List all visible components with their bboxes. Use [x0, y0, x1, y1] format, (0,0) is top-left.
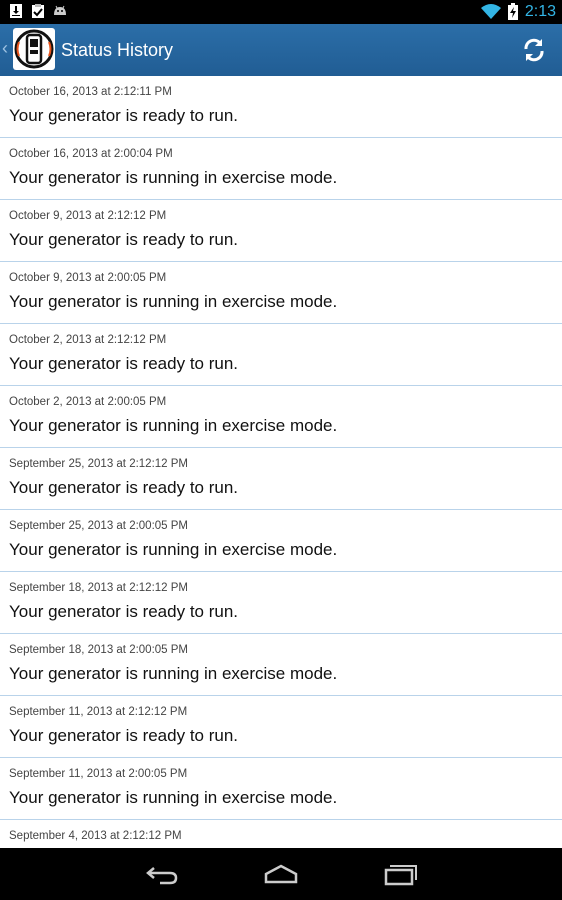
list-item[interactable]: September 25, 2013 at 2:00:05 PM Your ge… [0, 510, 562, 572]
status-bar: 2:13 [0, 0, 562, 24]
item-message: Your generator is ready to run. [9, 726, 239, 745]
item-message: Your generator is running in exercise mo… [9, 168, 338, 187]
item-date: October 16, 2013 at 2:00:04 PM [9, 148, 173, 160]
notification-icons [8, 3, 68, 19]
recent-apps-icon[interactable] [382, 862, 418, 886]
back-icon[interactable] [144, 862, 180, 886]
item-message: Your generator is running in exercise mo… [9, 788, 338, 807]
item-date: October 16, 2013 at 2:12:11 PM [9, 86, 172, 98]
system-icons: 2:13 [480, 2, 556, 22]
android-icon [54, 5, 66, 15]
wifi-icon [480, 4, 501, 19]
item-date: September 11, 2013 at 2:00:05 PM [9, 768, 188, 780]
list-item[interactable]: September 11, 2013 at 2:00:05 PM Your ge… [0, 758, 562, 820]
item-message: Your generator is running in exercise mo… [9, 416, 338, 435]
item-message: Your generator is ready to run. [9, 106, 239, 125]
item-date: September 18, 2013 at 2:00:05 PM [9, 644, 189, 656]
item-message: Your generator is running in exercise mo… [9, 292, 338, 311]
item-date: September 18, 2013 at 2:12:12 PM [9, 582, 189, 594]
clock: 2:13 [524, 3, 556, 20]
list-item[interactable]: September 18, 2013 at 2:00:05 PM Your ge… [0, 634, 562, 696]
status-history-list[interactable]: October 16, 2013 at 2:12:11 PM Your gene… [0, 76, 562, 848]
list-item[interactable]: September 4, 2013 at 2:12:12 PM [0, 820, 562, 848]
item-message: Your generator is ready to run. [9, 230, 239, 249]
item-date: September 11, 2013 at 2:12:12 PM [9, 706, 188, 718]
item-message: Your generator is ready to run. [9, 478, 239, 497]
page-title: Status History [61, 40, 174, 60]
item-message: Your generator is ready to run. [9, 354, 239, 373]
item-message: Your generator is ready to run. [9, 602, 239, 621]
item-date: September 25, 2013 at 2:12:12 PM [9, 458, 189, 470]
list-item[interactable]: October 16, 2013 at 2:12:11 PM Your gene… [0, 76, 562, 138]
list-item[interactable]: October 2, 2013 at 2:00:05 PM Your gener… [0, 386, 562, 448]
list-item[interactable]: October 9, 2013 at 2:00:05 PM Your gener… [0, 262, 562, 324]
item-message: Your generator is running in exercise mo… [9, 664, 338, 683]
list-item[interactable]: September 18, 2013 at 2:12:12 PM Your ge… [0, 572, 562, 634]
action-bar: ‹ Status History [0, 24, 562, 76]
home-icon[interactable] [263, 862, 299, 886]
item-date: October 2, 2013 at 2:00:05 PM [9, 396, 167, 408]
list-item[interactable]: October 16, 2013 at 2:00:04 PM Your gene… [0, 138, 562, 200]
item-date: October 9, 2013 at 2:00:05 PM [9, 272, 167, 284]
list-item[interactable]: October 9, 2013 at 2:12:12 PM Your gener… [0, 200, 562, 262]
download-icon [10, 4, 22, 18]
clipboard-check-icon [32, 4, 44, 18]
battery-charging-icon [507, 3, 518, 20]
list-item[interactable]: September 25, 2013 at 2:12:12 PM Your ge… [0, 448, 562, 510]
item-date: September 25, 2013 at 2:00:05 PM [9, 520, 189, 532]
item-date: October 9, 2013 at 2:12:12 PM [9, 210, 167, 222]
generator-logo-icon[interactable] [13, 28, 55, 70]
item-date: October 2, 2013 at 2:12:12 PM [9, 334, 167, 346]
list-item[interactable]: October 2, 2013 at 2:12:12 PM Your gener… [0, 324, 562, 386]
item-date: September 4, 2013 at 2:12:12 PM [9, 830, 182, 842]
navigation-bar [0, 848, 562, 900]
chevron-left-icon[interactable]: ‹ [2, 38, 8, 59]
list-item[interactable]: September 11, 2013 at 2:12:12 PM Your ge… [0, 696, 562, 758]
item-message: Your generator is running in exercise mo… [9, 540, 338, 559]
refresh-icon[interactable] [520, 36, 548, 64]
